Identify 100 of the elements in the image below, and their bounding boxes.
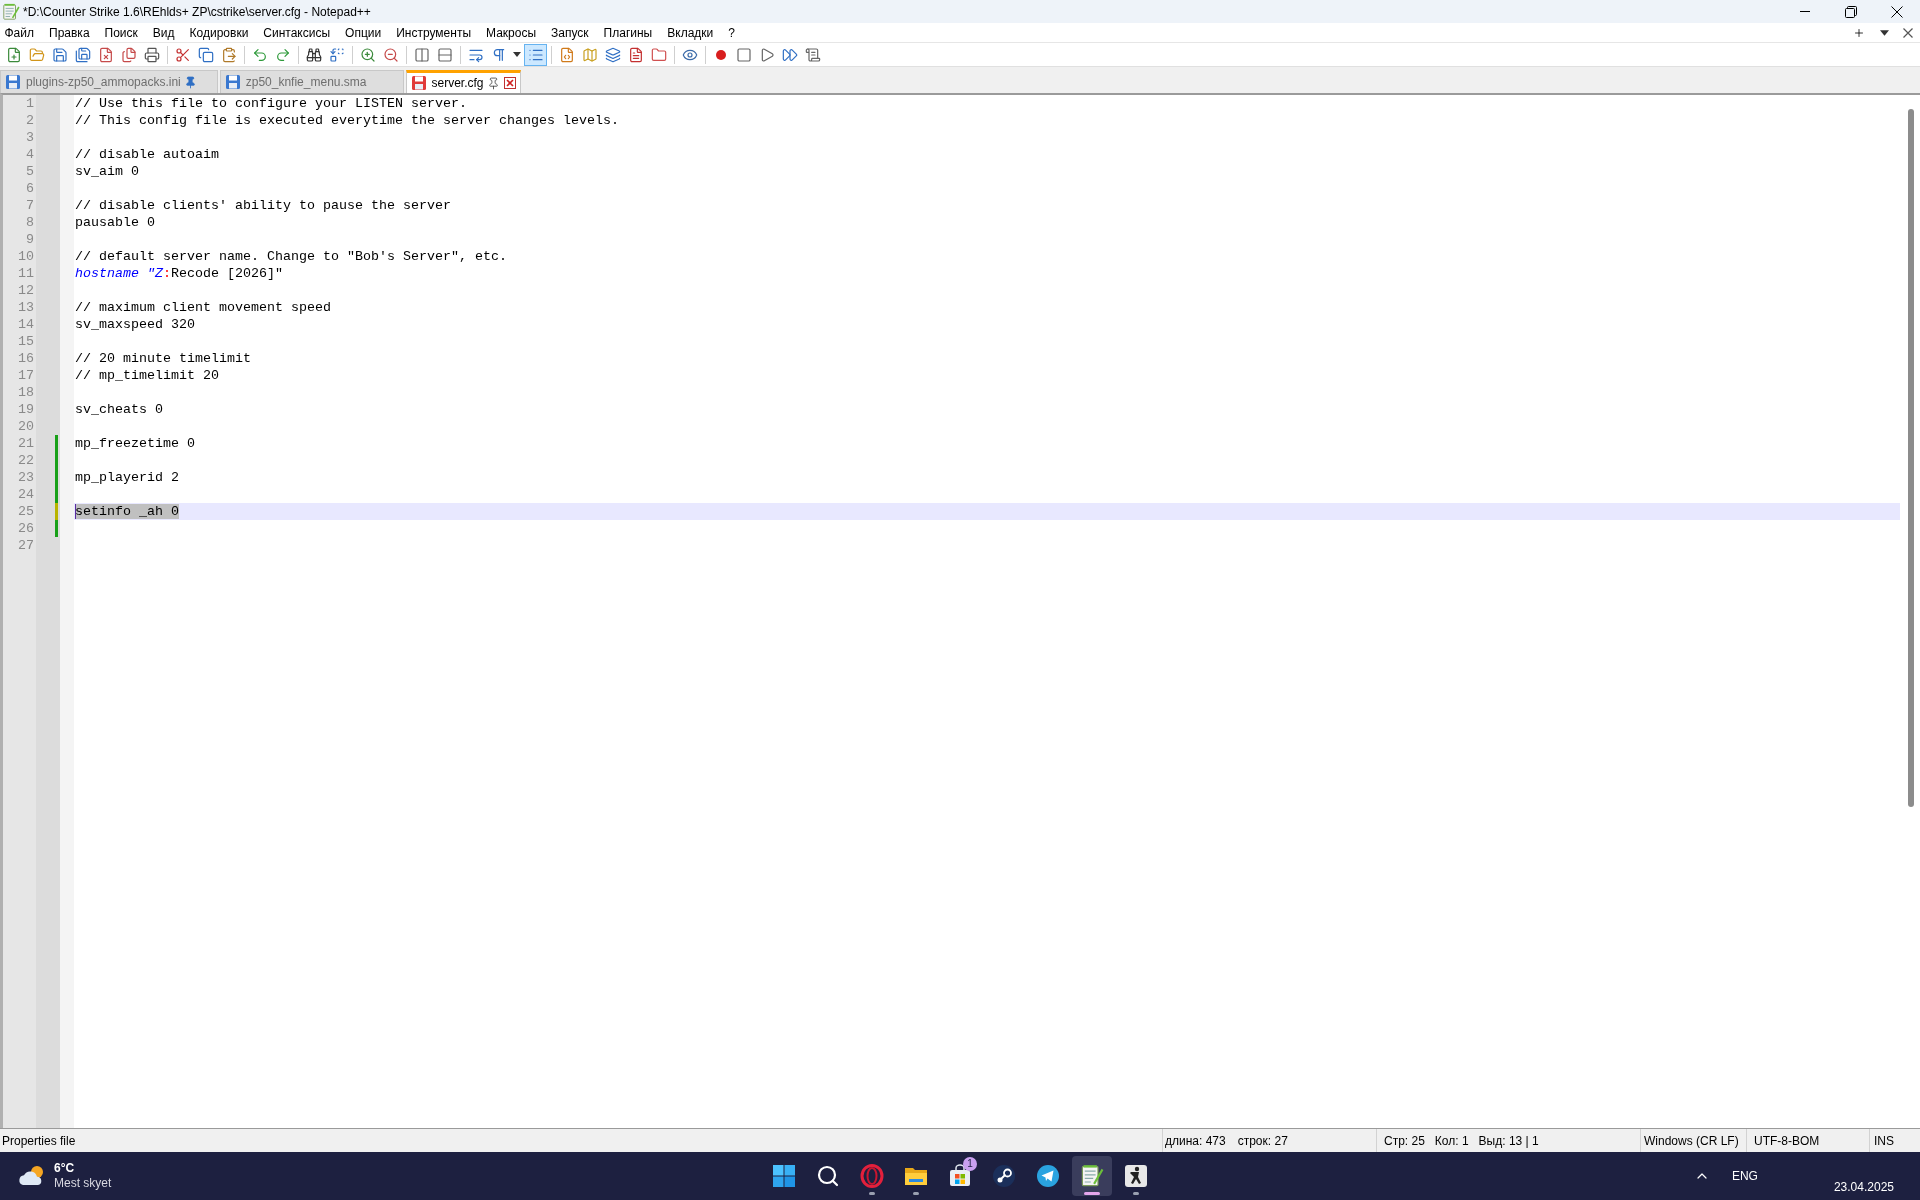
line-number: 3 — [26, 130, 34, 145]
clipboard-icon — [220, 46, 237, 63]
copy-icon — [197, 46, 214, 63]
zoom-in-icon — [359, 46, 376, 63]
line-number: 25 — [18, 504, 34, 519]
text-cursor — [75, 504, 76, 519]
code-line: sv_cheats 0 — [75, 402, 163, 417]
record-icon — [715, 49, 726, 60]
code-line: // mp_timelimit 20 — [75, 368, 219, 383]
stop-icon — [735, 46, 752, 63]
four-squares-icon — [772, 1164, 796, 1188]
selection-label: Выд: 13 | 1 — [1478, 1132, 1539, 1150]
caret-down-icon[interactable] — [1880, 29, 1889, 36]
taskbar-button[interactable] — [1072, 1156, 1112, 1196]
fast-forward-icon — [781, 46, 798, 63]
line-number: 21 — [18, 436, 34, 451]
undo-icon — [251, 46, 268, 63]
line-number: 22 — [18, 453, 34, 468]
taskbar-button[interactable]: 1 — [940, 1156, 980, 1196]
menu-item[interactable]: Поиск — [101, 23, 142, 42]
line-number: 17 — [18, 368, 34, 383]
pin-icon[interactable] — [184, 75, 198, 89]
rows-icon — [436, 46, 453, 63]
menu-item[interactable]: Запуск — [547, 23, 593, 42]
menu-item[interactable]: Плагины — [600, 23, 656, 42]
line-number: 26 — [18, 521, 34, 536]
code-line: sv_maxspeed 320 — [75, 317, 195, 332]
code-line: mp_playerid 2 — [75, 470, 179, 485]
minimize-icon — [1800, 11, 1810, 12]
code-line: // default server name. Change to "Bob's Server", etc. — [75, 249, 507, 264]
ring-icon — [860, 1164, 884, 1188]
paper-plane-icon — [1036, 1164, 1060, 1188]
menu-item[interactable]: Правка — [45, 23, 94, 42]
tab[interactable]: plugins-zp50_ammopacks.ini — [0, 70, 218, 93]
line-number: 27 — [18, 538, 34, 553]
pin-icon[interactable] — [487, 76, 501, 90]
code-line: // This config file is executed everytime the server changes levels. — [75, 113, 619, 128]
redo-icon — [274, 46, 291, 63]
plus-icon[interactable] — [1853, 26, 1865, 39]
tab[interactable]: zp50_knfie_menu.sma — [219, 70, 404, 93]
menu-item[interactable]: Вкладки — [663, 23, 717, 42]
code-line: // maximum client movement speed — [75, 300, 331, 315]
line-ending-label: Windows (CR LF) — [1644, 1132, 1739, 1150]
language-indicator[interactable]: ENG — [1731, 1167, 1758, 1185]
tab[interactable]: server.cfg — [405, 70, 521, 93]
line-position-label: Стр: 25 — [1384, 1132, 1425, 1150]
line-number: 13 — [18, 300, 34, 315]
folder-open-icon — [28, 46, 45, 63]
window-title: *D:\Counter Strike 1.6\REhlds+ ZP\cstrike\server.cfg - Notepad++ — [23, 3, 371, 21]
line-number: 14 — [18, 317, 34, 332]
line-number: 9 — [26, 232, 34, 247]
search-icon — [816, 1164, 840, 1188]
weather-condition-label: Mest skyet — [54, 1176, 112, 1191]
menu-item[interactable]: Кодировки — [186, 23, 252, 42]
circle-logo-icon — [992, 1164, 1016, 1188]
column-position-label: Кол: 1 — [1434, 1132, 1469, 1150]
code-line: // disable clients' ability to pause the server — [75, 198, 451, 213]
line-number: 7 — [26, 198, 34, 213]
line-count-label: строк: 27 — [1237, 1132, 1288, 1150]
date-label[interactable]: 23.04.2025 — [1833, 1178, 1894, 1196]
menu-item[interactable]: Файл — [1, 23, 38, 42]
close-icon[interactable] — [1903, 27, 1913, 38]
close-icon — [1891, 5, 1903, 18]
line-number: 1 — [26, 96, 34, 111]
line-number: 16 — [18, 351, 34, 366]
binoculars-icon — [305, 46, 322, 63]
file-text-icon — [627, 46, 644, 63]
file-type-label: Properties file — [2, 1132, 76, 1150]
columns-icon — [413, 46, 430, 63]
replace-icon — [328, 46, 345, 63]
cloud-sun-icon[interactable] — [18, 1165, 46, 1187]
encoding-label: UTF-8-BOM — [1754, 1132, 1820, 1150]
line-number: 19 — [18, 402, 34, 417]
scissors-icon — [174, 46, 191, 63]
menu-item[interactable]: Вид — [149, 23, 179, 42]
figure-icon — [1124, 1164, 1148, 1188]
scrollbar-thumb[interactable] — [1908, 109, 1914, 807]
restore-icon — [1845, 5, 1857, 18]
code-line: pausable 0 — [75, 215, 155, 230]
length-label: длина: 473 — [1165, 1132, 1226, 1150]
menu-item[interactable]: Синтаксисы — [259, 23, 334, 42]
code-line: sv_aim 0 — [75, 164, 139, 179]
code-line: mp_freezetime 0 — [75, 436, 195, 451]
menu-item[interactable]: Макросы — [482, 23, 540, 42]
menu-item[interactable]: Опции — [341, 23, 385, 42]
menu-item[interactable]: ? — [724, 23, 739, 42]
code-line: // Use this file to configure your LISTEN server. — [75, 96, 467, 111]
notification-badge: 1 — [963, 1157, 977, 1171]
map-icon — [581, 46, 598, 63]
line-number: 6 — [26, 181, 34, 196]
line-number: 5 — [26, 164, 34, 179]
menu-item[interactable]: Инструменты — [392, 23, 475, 42]
line-number: 24 — [18, 487, 34, 502]
layers-icon — [604, 46, 621, 63]
line-number: 11 — [18, 266, 34, 281]
line-number: 15 — [18, 334, 34, 349]
line-number: 4 — [26, 147, 34, 162]
line-number: 23 — [18, 470, 34, 485]
printer-icon — [143, 46, 160, 63]
close-icon[interactable] — [503, 77, 516, 89]
